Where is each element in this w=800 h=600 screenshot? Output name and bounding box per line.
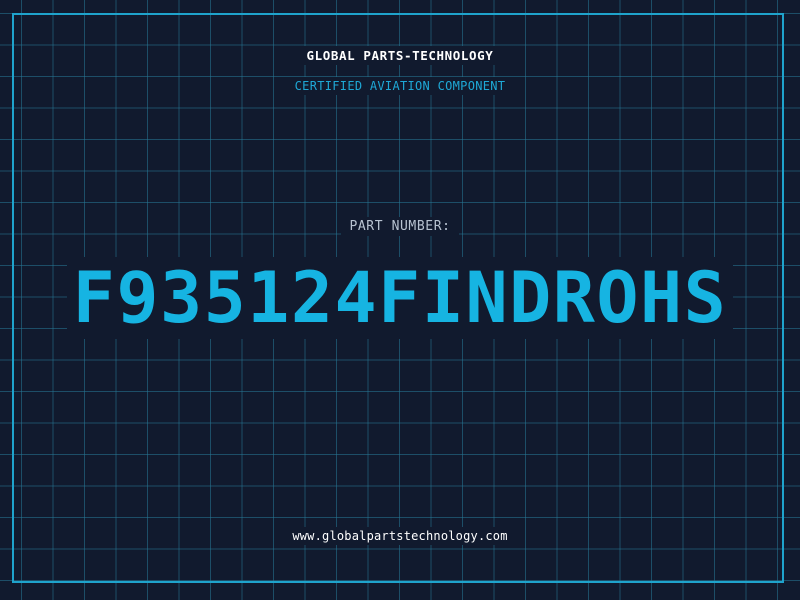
part-number-label: PART NUMBER: [341, 217, 459, 236]
website-row: www.globalpartstechnology.com [0, 527, 800, 545]
certificate-card: GLOBAL PARTS-TECHNOLOGY CERTIFIED AVIATI… [0, 0, 800, 600]
part-number-row: F935124FINDROHS [0, 257, 800, 339]
subtitle-row: CERTIFIED AVIATION COMPONENT [0, 77, 800, 95]
company-name: GLOBAL PARTS-TECHNOLOGY [298, 46, 502, 65]
website-link[interactable]: www.globalpartstechnology.com [284, 527, 516, 545]
company-name-row: GLOBAL PARTS-TECHNOLOGY [0, 46, 800, 65]
part-number: F935124FINDROHS [66, 257, 734, 339]
subtitle: CERTIFIED AVIATION COMPONENT [286, 77, 514, 95]
part-number-label-row: PART NUMBER: [0, 217, 800, 236]
